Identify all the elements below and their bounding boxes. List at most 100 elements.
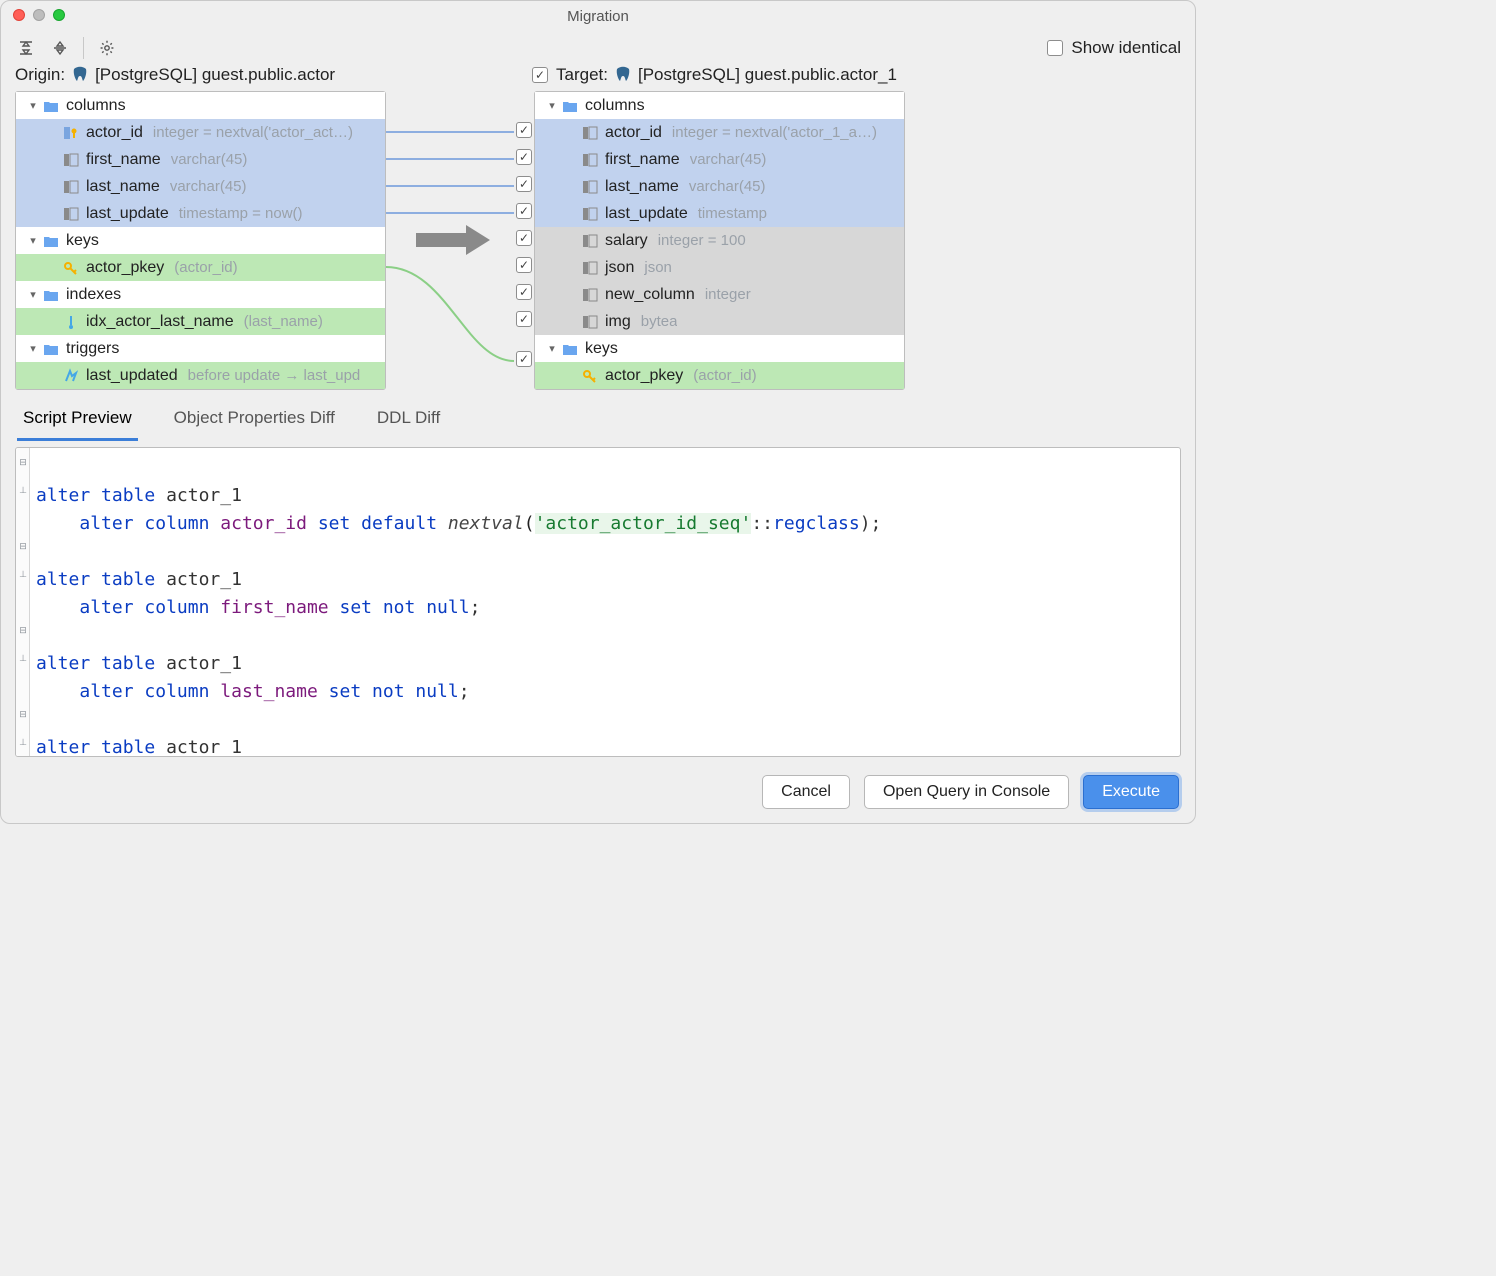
item-detail: integer = nextval('actor_1_a…) [672, 124, 877, 141]
close-icon[interactable] [13, 9, 25, 21]
column-icon [581, 232, 599, 250]
item-detail: integer = nextval('actor_act…) [153, 124, 353, 141]
group-label: indexes [66, 286, 121, 304]
fold-icon[interactable]: ⊟ [17, 540, 29, 552]
group-label: columns [66, 97, 126, 115]
execute-button[interactable]: Execute [1083, 775, 1179, 809]
item-detail: integer [705, 286, 751, 303]
tab-ddl-diff[interactable]: DDL Diff [371, 404, 446, 441]
open-query-console-button[interactable]: Open Query in Console [864, 775, 1069, 809]
row-checkbox[interactable] [516, 284, 532, 300]
row-checkbox[interactable] [516, 203, 532, 219]
origin-tree[interactable]: ▾ columns actor_id integer = nextval('ac… [15, 91, 386, 390]
tree-group-triggers[interactable]: ▾ triggers [16, 335, 385, 362]
settings-button[interactable] [96, 37, 118, 59]
tab-object-properties-diff[interactable]: Object Properties Diff [168, 404, 341, 441]
item-name: last_update [605, 205, 688, 223]
toolbar: Show identical [1, 31, 1195, 65]
fold-icon[interactable]: ⊟ [17, 708, 29, 720]
trigger-item[interactable]: last_updated before update → last_upd [16, 362, 385, 389]
column-item[interactable]: last_update timestamp = now() [16, 200, 385, 227]
checkbox-icon[interactable] [532, 67, 548, 83]
key-item[interactable]: actor_pkey (actor_id) [535, 362, 904, 389]
column-icon [62, 151, 80, 169]
row-checkbox[interactable] [516, 122, 532, 138]
column-item[interactable]: last_name varchar(45) [16, 173, 385, 200]
collapse-all-button[interactable] [15, 37, 37, 59]
column-item[interactable]: jsonjson [535, 254, 904, 281]
tree-group-indexes[interactable]: ▾ indexes [16, 281, 385, 308]
item-detail: before update → last_upd [188, 367, 361, 384]
item-name: salary [605, 232, 648, 250]
script-preview-editor[interactable]: ⊟ ⊥ ⊟ ⊥ ⊟ ⊥ ⊟ ⊥ alter table actor_1 alte… [15, 447, 1181, 757]
item-name: first_name [86, 151, 161, 169]
tree-group-columns[interactable]: ▾ columns [535, 92, 904, 119]
row-checkbox[interactable] [516, 257, 532, 273]
tree-group-keys[interactable]: ▾ keys [16, 227, 385, 254]
item-name: idx_actor_last_name [86, 313, 234, 331]
key-item[interactable]: actor_pkey (actor_id) [16, 254, 385, 281]
column-item[interactable]: last_update timestamp [535, 200, 904, 227]
column-item[interactable]: salary integer = 100 [535, 227, 904, 254]
item-name: first_name [605, 151, 680, 169]
fold-end-icon: ⊥ [17, 484, 29, 496]
bottom-tabs: Script Preview Object Properties Diff DD… [1, 390, 1195, 441]
index-icon [62, 313, 80, 331]
row-checkbox[interactable] [516, 230, 532, 246]
index-item[interactable]: idx_actor_last_name (last_name) [16, 308, 385, 335]
column-icon [581, 124, 599, 142]
diff-connectors [386, 91, 534, 381]
item-detail: timestamp [698, 205, 767, 222]
fold-icon[interactable]: ⊟ [17, 624, 29, 636]
tab-script-preview[interactable]: Script Preview [17, 404, 138, 441]
column-icon [581, 205, 599, 223]
item-name: actor_pkey [605, 367, 683, 385]
row-checkbox[interactable] [516, 149, 532, 165]
folder-icon [42, 286, 60, 304]
folder-icon [561, 97, 579, 115]
show-identical-label: Show identical [1071, 38, 1181, 58]
item-name: last_updated [86, 367, 178, 385]
row-checkbox[interactable] [516, 176, 532, 192]
item-detail: integer = 100 [658, 232, 746, 249]
folder-icon [561, 340, 579, 358]
column-item[interactable]: last_name varchar(45) [535, 173, 904, 200]
fold-end-icon: ⊥ [17, 652, 29, 664]
column-item[interactable]: first_name varchar(45) [16, 146, 385, 173]
item-detail: timestamp = now() [179, 205, 303, 222]
column-icon [581, 178, 599, 196]
item-detail: (actor_id) [174, 259, 237, 276]
group-label: keys [585, 340, 618, 358]
checkbox-icon [1047, 40, 1063, 56]
fold-end-icon: ⊥ [17, 568, 29, 580]
minimize-icon[interactable] [33, 9, 45, 21]
item-name: new_column [605, 286, 695, 304]
row-checkbox[interactable] [516, 351, 532, 367]
column-item[interactable]: actor_idinteger = nextval('actor_1_a…) [535, 119, 904, 146]
item-name: last_update [86, 205, 169, 223]
item-detail: (actor_id) [693, 367, 756, 384]
cancel-button[interactable]: Cancel [762, 775, 850, 809]
column-item[interactable]: actor_id integer = nextval('actor_act…) [16, 119, 385, 146]
column-item[interactable]: imgbytea [535, 308, 904, 335]
window-title: Migration [567, 8, 629, 25]
item-name: json [605, 259, 634, 277]
fold-icon[interactable]: ⊟ [17, 456, 29, 468]
target-label: Target: [556, 65, 608, 85]
column-item[interactable]: first_namevarchar(45) [535, 146, 904, 173]
item-detail: varchar(45) [689, 178, 766, 195]
row-checkbox[interactable] [516, 311, 532, 327]
maximize-icon[interactable] [53, 9, 65, 21]
item-name: last_name [605, 178, 679, 196]
show-identical-toggle[interactable]: Show identical [1047, 38, 1181, 58]
tree-group-columns[interactable]: ▾ columns [16, 92, 385, 119]
target-tree[interactable]: ▾ columns actor_idinteger = nextval('act… [534, 91, 905, 390]
item-detail: (last_name) [244, 313, 323, 330]
postgres-icon [71, 66, 89, 84]
expand-all-button[interactable] [49, 37, 71, 59]
code-content: alter table actor_1 alter column actor_i… [16, 448, 1180, 757]
column-pk-icon [62, 124, 80, 142]
column-item[interactable]: new_column integer [535, 281, 904, 308]
item-name: img [605, 313, 631, 331]
tree-group-keys[interactable]: ▾ keys [535, 335, 904, 362]
